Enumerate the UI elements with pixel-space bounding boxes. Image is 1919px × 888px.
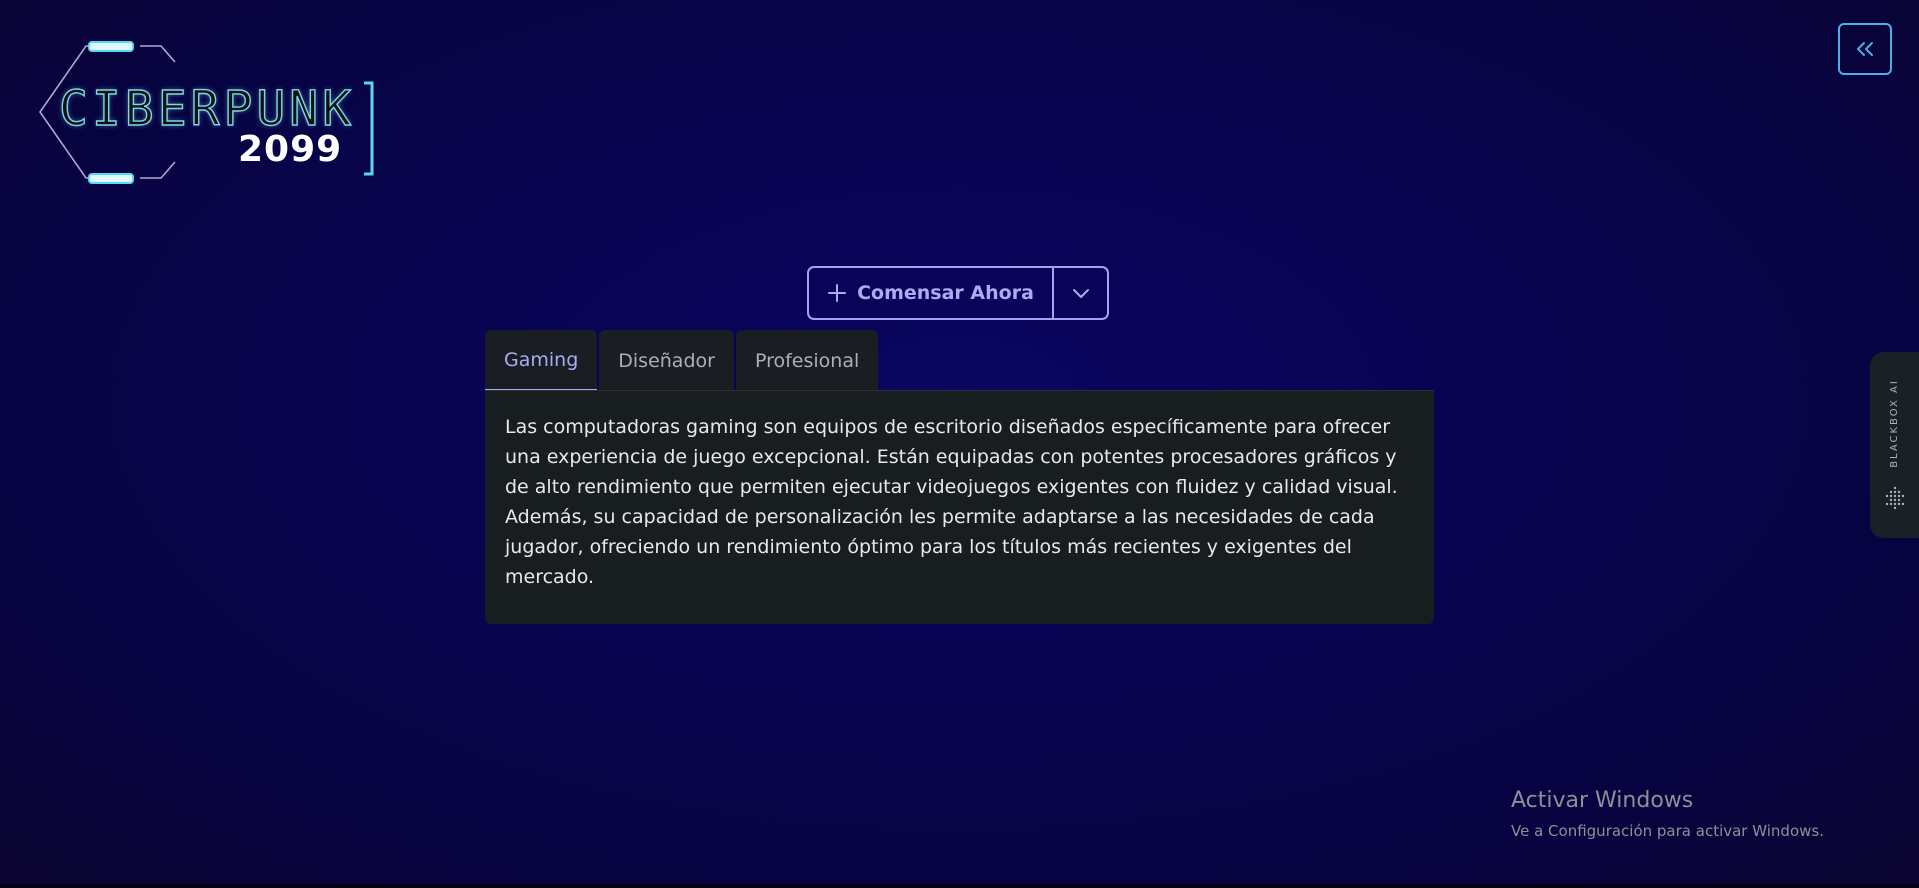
watermark-subtitle: Ve a Configuración para activar Windows. (1511, 822, 1824, 840)
logo-text: CIBERPUNK (58, 81, 356, 137)
tab-disenador[interactable]: Diseñador (599, 330, 734, 391)
start-now-label: Comensar Ahora (857, 282, 1034, 304)
blackbox-label: BLACKBOX AI (1888, 379, 1900, 468)
tab-panel-text: Las computadoras gaming son equipos de e… (505, 416, 1398, 588)
start-now-button[interactable]: Comensar Ahora (809, 268, 1054, 318)
tab-gaming[interactable]: Gaming (485, 330, 598, 391)
tab-list: Gaming Diseñador Profesional (485, 330, 879, 391)
start-now-dropdown-toggle[interactable] (1054, 268, 1107, 318)
windows-activation-watermark: Activar Windows Ve a Configuración para … (1511, 786, 1824, 842)
chevron-down-icon (1072, 289, 1089, 298)
double-chevron-left-icon (1857, 42, 1873, 56)
tab-panel: Las computadoras gaming son equipos de e… (485, 391, 1434, 624)
start-now-button-group: Comensar Ahora (807, 266, 1109, 320)
blackbox-label-wrapper: BLACKBOX AI (1883, 376, 1905, 471)
dot-grid-icon (1885, 486, 1905, 509)
tab-profesional[interactable]: Profesional (735, 330, 879, 391)
logo[interactable]: CIBERPUNK 2099 (36, 40, 381, 185)
logo-year: 2099 (238, 129, 343, 170)
plus-icon (828, 284, 847, 302)
blackbox-ai-sidebar-tab[interactable]: BLACKBOX AI (1870, 352, 1919, 538)
watermark-title: Activar Windows (1511, 788, 1694, 813)
collapse-button[interactable] (1838, 23, 1892, 75)
bottom-edge (0, 884, 1919, 888)
